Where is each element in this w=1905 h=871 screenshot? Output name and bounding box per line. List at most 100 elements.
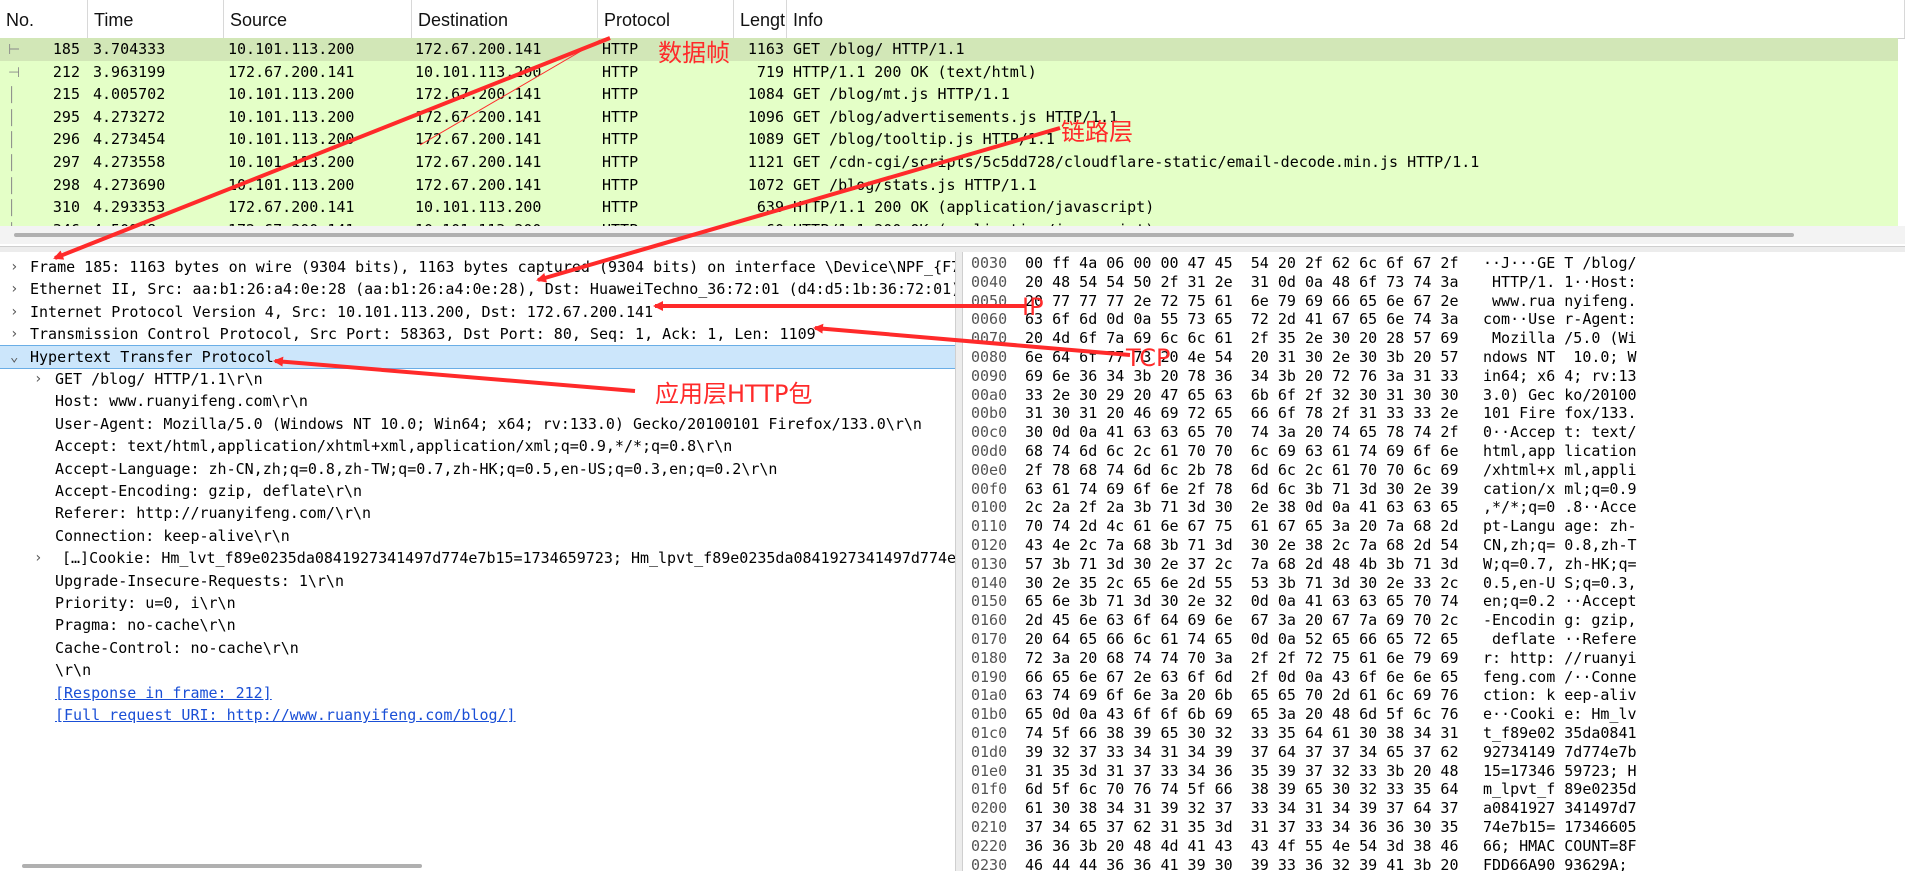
packet-row[interactable]: │ 310 4.293353 172.67.200.141 10.101.113.200…	[0, 196, 1898, 219]
packet-row[interactable]: ⊢ 185 3.704333 10.101.113.200 172.67.200.141…	[0, 38, 1898, 61]
bytes-row[interactable]: 0040 20 48 54 54 50 2f 31 2e 31 0d 0a 48 …	[963, 273, 1905, 292]
detail-tree-item[interactable]: Accept-Language: zh-CN,zh;q=0.8,zh-TW;q=…	[0, 458, 955, 480]
bytes-row[interactable]: 0090 69 6e 36 34 3b 20 78 36 34 3b 20 72 …	[963, 367, 1905, 386]
bytes-row[interactable]: 0030 00 ff 4a 06 00 00 47 45 54 20 2f 62 …	[963, 254, 1905, 273]
byte-ascii: in64; x6 4; rv:13	[1483, 366, 1637, 385]
packet-bytes-pane[interactable]: 0030 00 ff 4a 06 00 00 47 45 54 20 2f 62 …	[963, 252, 1905, 871]
detail-text: Host: www.ruanyifeng.com\r\n	[55, 392, 308, 411]
column-header[interactable]: No.	[0, 0, 88, 38]
detail-tree-item[interactable]: Accept-Encoding: gzip, deflate\r\n	[0, 480, 955, 502]
detail-tree-item[interactable]: Cache-Control: no-cache\r\n	[0, 637, 955, 659]
packet-no-cell: 185	[52, 40, 80, 58]
bytes-row[interactable]: 0170 20 64 65 66 6c 61 74 65 0d 0a 52 65 …	[963, 630, 1905, 649]
packet-list-pane[interactable]: No. Time Source Destination Protocol Lengt Inf…	[0, 0, 1905, 229]
bytes-row[interactable]: 00f0 63 61 74 69 6f 6e 2f 78 6d 6c 3b 71 …	[963, 480, 1905, 499]
bytes-row[interactable]: 0150 65 6e 3b 71 3d 30 2e 32 0d 0a 41 63 …	[963, 592, 1905, 611]
packet-list-hscroll-thumb[interactable]	[14, 233, 1794, 237]
detail-tree-item[interactable]: Accept: text/html,application/xhtml+xml,…	[0, 435, 955, 457]
detail-tree-item[interactable]: User-Agent: Mozilla/5.0 (Windows NT 10.0…	[0, 413, 955, 435]
column-header[interactable]: Source	[224, 0, 412, 38]
detail-tree-item[interactable]: \r\n	[0, 659, 955, 681]
byte-hex: 72 3a 20 68 74 74 70 3a 2f 2f 72 75 61 6…	[1025, 648, 1459, 667]
bytes-row[interactable]: 0210 37 34 65 37 62 31 35 3d 31 37 33 34 …	[963, 818, 1905, 837]
bytes-row[interactable]: 0190 66 65 6e 67 2e 63 6f 6d 2f 0d 0a 43 …	[963, 668, 1905, 687]
detail-tree-item[interactable]: › Ethernet II, Src: aa:b1:26:a4:0e:28 (aa…	[0, 278, 955, 300]
bytes-row[interactable]: 0230 46 44 44 36 36 41 39 30 39 33 36 32 …	[963, 856, 1905, 871]
detail-tree-item[interactable]: [Full request URI: http://www.ruanyifeng…	[0, 704, 955, 726]
byte-offset: 0120	[971, 536, 1008, 554]
expand-chevron-icon[interactable]: ›	[10, 301, 18, 323]
expand-chevron-icon[interactable]: ›	[34, 368, 42, 390]
bytes-row[interactable]: 0060 63 6f 6d 0d 0a 55 73 65 72 2d 41 67 …	[963, 310, 1905, 329]
bytes-row[interactable]: 00a0 33 2e 30 29 20 47 65 63 6b 6f 2f 32 …	[963, 386, 1905, 405]
packet-source-cell: 10.101.113.200	[228, 175, 355, 194]
byte-offset: 0160	[971, 611, 1008, 630]
bytes-row[interactable]: 01e0 31 35 3d 31 37 33 34 36 35 39 37 32 …	[963, 762, 1905, 781]
packet-details-pane[interactable]: › Frame 185: 1163 bytes on wire (9304 bit…	[0, 252, 955, 871]
byte-hex: 30 2e 35 2c 65 6e 2d 55 53 3b 71 3d 30 2…	[1025, 573, 1459, 592]
column-header[interactable]: Lengt	[734, 0, 787, 38]
bytes-row[interactable]: 0100 2c 2a 2f 2a 3b 71 3d 30 2e 38 0d 0a …	[963, 498, 1905, 517]
bytes-row[interactable]: 01a0 63 74 69 6f 6e 3a 20 6b 65 65 70 2d …	[963, 686, 1905, 705]
bytes-row[interactable]: 0110 70 74 2d 4c 61 6e 67 75 61 67 65 3a …	[963, 517, 1905, 536]
detail-tree-item[interactable]: Pragma: no-cache\r\n	[0, 614, 955, 636]
packet-source-cell: 10.101.113.200	[228, 85, 355, 104]
expand-chevron-icon[interactable]: ›	[10, 278, 18, 300]
bytes-row[interactable]: 01f0 6d 5f 6c 70 76 74 5f 66 38 39 65 30 …	[963, 780, 1905, 799]
bytes-row[interactable]: 00d0 68 74 6d 6c 2c 61 70 70 6c 69 63 61 …	[963, 442, 1905, 461]
detail-tree-item[interactable]: › Internet Protocol Version 4, Src: 10.10…	[0, 301, 955, 323]
expand-chevron-icon[interactable]: ›	[34, 547, 42, 569]
bytes-row[interactable]: 00c0 30 0d 0a 41 63 63 65 70 74 3a 20 74 …	[963, 423, 1905, 442]
column-header[interactable]: Destination	[412, 0, 598, 38]
packet-row[interactable]: │ 298 4.273690 10.101.113.200 172.67.200.141…	[0, 173, 1898, 197]
bytes-row[interactable]: 0130 57 3b 71 3d 30 2e 37 2c 7a 68 2d 48 …	[963, 555, 1905, 574]
packet-no-cell: 296	[52, 130, 80, 149]
byte-offset: 0050	[971, 291, 1008, 310]
bytes-row[interactable]: 01d0 39 32 37 33 34 31 34 39 37 64 37 37 …	[963, 743, 1905, 762]
detail-text: Referer: http://ruanyifeng.com/\r\n	[55, 504, 372, 523]
detail-tree-item[interactable]: › […]Cookie: Hm_lvt_f89e0235da08419273414…	[0, 547, 955, 569]
bytes-row[interactable]: 0220 36 36 3b 20 48 4d 41 43 43 4f 55 4e …	[963, 837, 1905, 856]
bytes-row[interactable]: 0070 20 4d 6f 7a 69 6c 6c 61 2f 35 2e 30 …	[963, 329, 1905, 348]
bytes-row[interactable]: 01c0 74 5f 66 38 39 65 30 32 33 35 64 61 …	[963, 724, 1905, 743]
packet-row[interactable]: ⊣ 212 3.963199 172.67.200.141 10.101.113.200…	[0, 60, 1898, 84]
packet-row[interactable]: │ 215 4.005702 10.101.113.200 172.67.200.141…	[0, 83, 1898, 106]
bytes-row[interactable]: 0140 30 2e 35 2c 65 6e 2d 55 53 3b 71 3d …	[963, 574, 1905, 593]
bytes-row[interactable]: 00b0 31 30 31 20 46 69 72 65 66 6f 78 2f …	[963, 404, 1905, 423]
detail-tree-item[interactable]: Priority: u=0, i\r\n	[0, 592, 955, 614]
collapse-chevron-icon[interactable]: ⌄	[10, 346, 18, 368]
bytes-row[interactable]: 0080 6e 64 6f 77 73 20 4e 54 20 31 30 2e …	[963, 348, 1905, 367]
detail-tree-item[interactable]: ⌄ Hypertext Transfer Protocol	[0, 344, 955, 370]
details-hscroll-thumb[interactable]	[22, 864, 422, 868]
detail-tree-item[interactable]: Referer: http://ruanyifeng.com/\r\n	[0, 502, 955, 524]
packet-source-cell: 172.67.200.141	[228, 198, 355, 217]
packet-info-cell: GET /cdn-cgi/scripts/5c5dd728/cloudflare…	[793, 153, 1480, 171]
packet-row[interactable]: │ 297 4.273558 10.101.113.200 172.67.200.141…	[0, 151, 1898, 174]
detail-text: Accept: text/html,application/xhtml+xml,…	[55, 437, 733, 456]
bytes-row[interactable]: 0120 43 4e 2c 7a 68 3b 71 3d 30 2e 38 2c …	[963, 536, 1905, 555]
byte-ascii: cation/x ml;q=0.9	[1483, 479, 1637, 498]
bytes-row[interactable]: 0050 20 77 77 77 2e 72 75 61 6e 79 69 66 …	[963, 292, 1905, 311]
packet-info-cell: HTTP/1.1 200 OK (application/javascript)	[793, 198, 1155, 217]
bytes-row[interactable]: 01b0 65 0d 0a 43 6f 6f 6b 69 65 3a 20 48 …	[963, 705, 1905, 724]
detail-link[interactable]: [Full request URI: http://www.ruanyifeng…	[55, 704, 516, 726]
column-header[interactable]: Time	[88, 0, 224, 38]
packet-row[interactable]: │ 295 4.273272 10.101.113.200 172.67.200.141…	[0, 105, 1898, 129]
byte-ascii: e··Cooki e: Hm_lv	[1483, 705, 1637, 724]
detail-tree-item[interactable]: Connection: keep-alive\r\n	[0, 525, 955, 547]
bytes-row[interactable]: 0200 61 30 38 34 31 39 32 37 33 34 31 34 …	[963, 799, 1905, 818]
detail-tree-item[interactable]: › Frame 185: 1163 bytes on wire (9304 bit…	[0, 256, 955, 278]
detail-tree-item[interactable]: Upgrade-Insecure-Requests: 1\r\n	[0, 570, 955, 592]
expand-chevron-icon[interactable]: ›	[10, 323, 18, 345]
detail-tree-item[interactable]: [Response in frame: 212]	[0, 682, 955, 704]
packet-row[interactable]: │ 296 4.273454 10.101.113.200 172.67.200.141…	[0, 128, 1898, 151]
bytes-row[interactable]: 00e0 2f 78 68 74 6d 6c 2b 78 6d 6c 2c 61 …	[963, 461, 1905, 480]
expand-chevron-icon[interactable]: ›	[10, 256, 18, 278]
bytes-row[interactable]: 0160 2d 45 6e 63 6f 64 69 6e 67 3a 20 67 …	[963, 611, 1905, 630]
column-header[interactable]: Info	[787, 0, 1905, 38]
byte-ascii: FDD66A90 93629A;	[1483, 855, 1637, 871]
vertical-splitter[interactable]	[955, 252, 963, 871]
detail-tree-item[interactable]: › Transmission Control Protocol, Src Port…	[0, 323, 955, 345]
detail-link[interactable]: [Response in frame: 212]	[55, 682, 272, 704]
bytes-row[interactable]: 0180 72 3a 20 68 74 74 70 3a 2f 2f 72 75 …	[963, 649, 1905, 668]
